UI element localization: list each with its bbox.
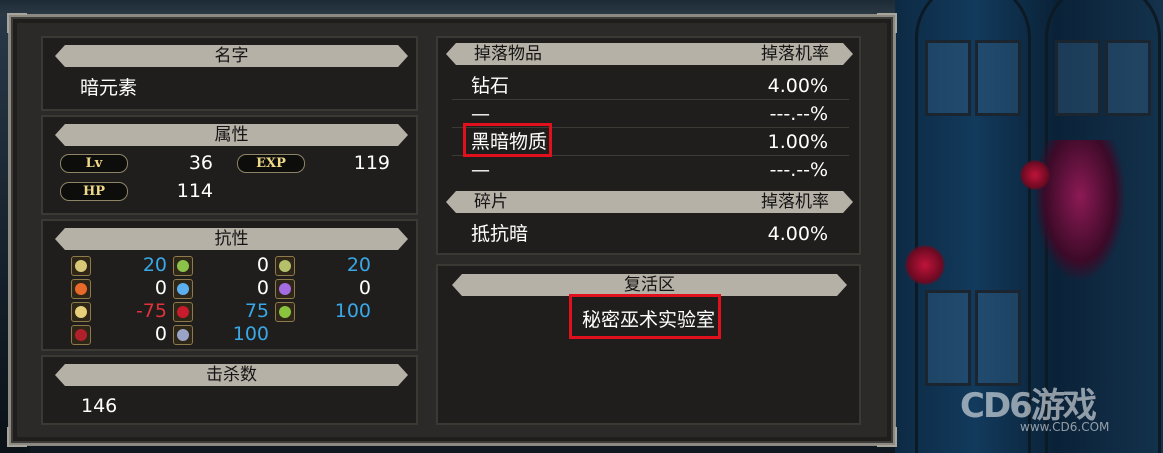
resistance-value: -75	[135, 300, 167, 322]
blood-splatter	[1020, 160, 1050, 190]
ice-crystal-icon	[173, 279, 193, 299]
grass-icon	[173, 256, 193, 276]
shard-name: 抵抗暗	[471, 223, 529, 245]
fire-icon	[71, 279, 91, 299]
lv-label: Lv	[60, 154, 128, 173]
drop-item-name: —	[471, 159, 490, 181]
drop-rate-header: 掉落机率	[761, 44, 829, 64]
drop-item-header: 掉落物品	[474, 44, 542, 64]
kills-header: 击杀数	[55, 364, 408, 386]
glass-pane	[975, 40, 1021, 116]
shard-header: 碎片 掉落机率	[446, 191, 853, 213]
poison-icon	[275, 302, 295, 322]
drop-header: 掉落物品 掉落机率	[446, 43, 853, 65]
glass-pane	[925, 40, 971, 116]
attribute-panel: 属性 Lv 36 EXP 119 HP 114	[41, 115, 418, 215]
stone-icon	[173, 325, 193, 345]
resistance-value: 0	[256, 277, 269, 299]
name-panel: 名字 暗元素	[41, 36, 418, 111]
resistance-value: 75	[244, 300, 269, 322]
glass-pane	[1055, 40, 1101, 116]
exp-label: EXP	[237, 154, 305, 173]
lightning-icon	[275, 279, 295, 299]
frame-corner	[7, 13, 27, 33]
hp-label: HP	[60, 182, 128, 201]
lv-value: 36	[188, 152, 213, 174]
blood-icon	[173, 302, 193, 322]
watermark-url: www.CD6.COM	[1020, 420, 1110, 434]
name-header: 名字	[55, 45, 408, 67]
kill-count: 146	[81, 395, 118, 417]
frame-corner	[877, 13, 897, 33]
shard-rate-header: 掉落机率	[761, 192, 829, 212]
resistance-value: 0	[154, 277, 167, 299]
resistance-value: 20	[142, 254, 167, 276]
resistance-value: 0	[154, 323, 167, 345]
hp-value: 114	[176, 180, 213, 202]
shard-name-header: 碎片	[474, 192, 508, 212]
resistance-header: 抗性	[55, 228, 408, 250]
frame-corner	[877, 427, 897, 447]
wind-slash-icon	[275, 256, 295, 276]
resistance-value: 0	[256, 254, 269, 276]
revive-header: 复活区	[452, 274, 847, 296]
curse-icon	[71, 325, 91, 345]
holy-cross-icon	[71, 302, 91, 322]
highlight-box-revive-location	[569, 294, 721, 339]
drop-item-rate: 4.00%	[767, 75, 828, 97]
drop-item-rate: ---.--%	[769, 103, 828, 125]
revive-area-panel: 复活区 秘密巫术实验室	[436, 264, 861, 425]
highlight-box-dark-matter	[463, 123, 552, 157]
glass-pane	[925, 290, 971, 386]
drop-item-rate: ---.--%	[769, 159, 828, 181]
frame-corner	[7, 427, 27, 447]
monster-name: 暗元素	[80, 77, 138, 99]
blood-splatter	[905, 245, 945, 285]
glass-pane	[975, 290, 1021, 386]
moon-icon	[71, 256, 91, 276]
shard-rate: 4.00%	[767, 223, 828, 245]
glass-pane	[1105, 40, 1151, 116]
resistance-panel: 抗性 20 0 20 0 0 0 -75 75 100 0 100	[41, 219, 418, 351]
kills-panel: 击杀数 146	[41, 355, 418, 425]
resistance-value: 100	[334, 300, 371, 322]
resistance-value: 0	[358, 277, 371, 299]
site-watermark: CD6游戏 www.CD6.COM	[960, 378, 1160, 438]
dark-element-monster-sprite	[1035, 140, 1125, 280]
drop-item-rate: 1.00%	[767, 131, 828, 153]
resistance-value: 100	[232, 323, 269, 345]
row-divider	[452, 99, 849, 100]
exp-value: 119	[353, 152, 390, 174]
drop-item-name: 钻石	[471, 75, 510, 97]
resistance-value: 20	[346, 254, 371, 276]
attribute-header: 属性	[55, 124, 408, 146]
